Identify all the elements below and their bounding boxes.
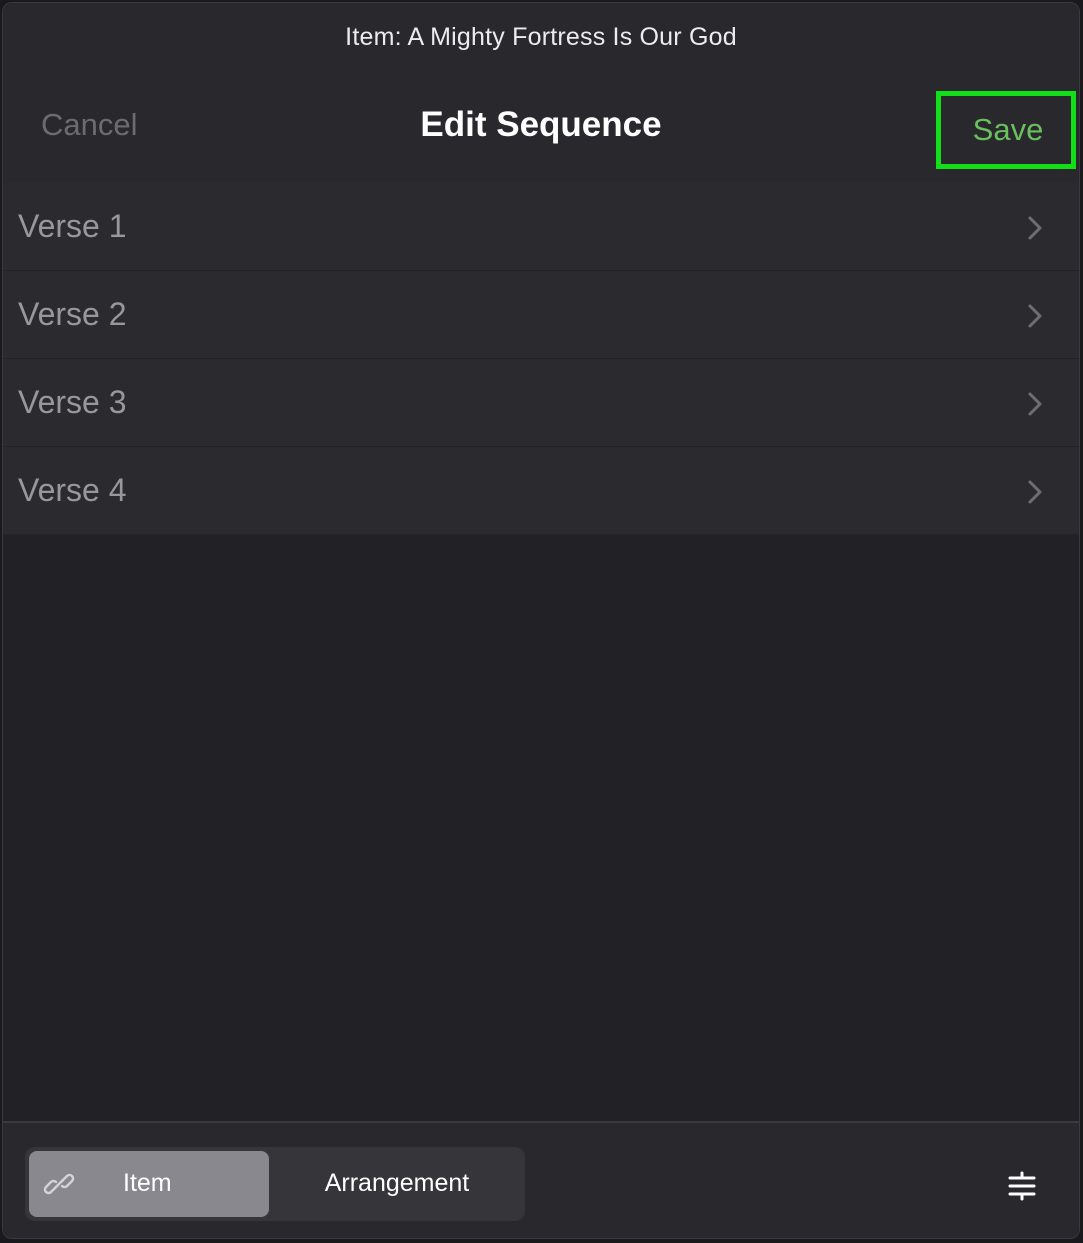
save-button[interactable]: Save: [936, 91, 1076, 169]
sliders-icon[interactable]: [1007, 1171, 1037, 1201]
edit-sequence-sheet: Item: A Mighty Fortress Is Our God Cance…: [2, 2, 1080, 1239]
list-item-verse-1[interactable]: Verse 1: [3, 183, 1079, 271]
item-subtitle: Item: A Mighty Fortress Is Our God: [345, 23, 737, 51]
list-item-verse-2[interactable]: Verse 2: [3, 271, 1079, 359]
chevron-right-icon: [1028, 304, 1042, 328]
segment-item[interactable]: Item: [29, 1151, 269, 1217]
list-item-verse-3[interactable]: Verse 3: [3, 359, 1079, 447]
segment-item-label: Item: [123, 1169, 172, 1197]
page-title: Edit Sequence: [420, 105, 662, 144]
chevron-right-icon: [1028, 216, 1042, 240]
mode-segmented-control: Item Arrangement: [25, 1147, 525, 1221]
link-icon: [43, 1173, 75, 1195]
sequence-list: Verse 1 Verse 2 Verse 3 Verse 4: [3, 183, 1079, 535]
list-item-label: Verse 2: [18, 296, 127, 332]
list-item-verse-4[interactable]: Verse 4: [3, 447, 1079, 535]
bottom-toolbar: Item Arrangement: [3, 1121, 1079, 1238]
list-item-label: Verse 3: [18, 384, 127, 420]
list-item-label: Verse 4: [18, 472, 127, 508]
segment-arrangement[interactable]: Arrangement: [273, 1151, 521, 1217]
save-button-label: Save: [972, 112, 1044, 147]
header: Item: A Mighty Fortress Is Our God Cance…: [3, 3, 1079, 184]
chevron-right-icon: [1028, 392, 1042, 416]
segment-arrangement-label: Arrangement: [324, 1169, 470, 1197]
chevron-right-icon: [1028, 480, 1042, 504]
list-item-label: Verse 1: [18, 208, 127, 244]
